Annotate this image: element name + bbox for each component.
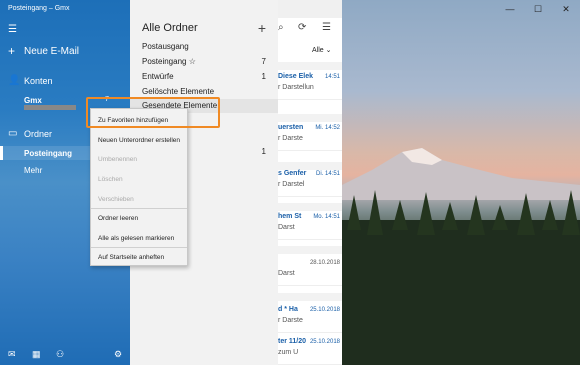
folders-label: Ordner (24, 129, 53, 139)
plus-icon: + (8, 44, 16, 58)
menu-separator (91, 247, 187, 248)
maximize-button[interactable]: ☐ (524, 0, 552, 18)
mail-icon[interactable]: ✉ (8, 349, 16, 360)
hamburger-icon: ☰ (8, 24, 17, 35)
folder-item[interactable]: Posteingang ☆ 7 (130, 55, 278, 69)
filter-dropdown[interactable]: Alle ⌄ (312, 46, 332, 54)
folder-pane-title: Alle Ordner (142, 22, 198, 34)
message-item[interactable]: Diese Elek 14:51 r Darstellun (278, 70, 342, 100)
new-mail-button[interactable]: + Neue E-Mail (0, 44, 130, 60)
menu-item-new-subfolder[interactable]: Neuen Unterordner erstellen (91, 137, 187, 144)
menu-item-delete: Löschen (98, 176, 123, 183)
desktop-background (342, 0, 580, 365)
message-preview: r Darstel (278, 181, 305, 188)
menu-button[interactable]: ☰ (0, 24, 130, 38)
window-controls: — ☐ ✕ (496, 0, 580, 18)
folder-name: Postausgang (142, 42, 189, 51)
folder-icon: ▭ (8, 128, 18, 139)
bottom-toolbar: ✉ ▦ ⚇ ⚙ (0, 343, 130, 365)
minimize-button[interactable]: — (496, 0, 524, 18)
message-item[interactable]: s Genfer Di. 14:51 r Darstel (278, 167, 342, 197)
selection-mode-icon[interactable]: ☰ (322, 22, 331, 33)
message-time: 25.10.2018 (309, 339, 340, 345)
window-title: Posteingang – Gmx (8, 5, 70, 12)
message-subject: Diese Elek (278, 73, 314, 80)
sync-icon[interactable]: ⟳ (298, 22, 306, 33)
message-preview: zum U (278, 349, 299, 356)
message-subject: d * Ha (278, 306, 298, 313)
message-time: 25.10.2018 (309, 307, 340, 313)
forest-graphic (342, 190, 580, 365)
folder-name: Gelöschte Elemente (142, 87, 215, 96)
filter-label: Alle (312, 47, 324, 54)
message-list: ⌕ ⟳ ☰ Alle ⌄ Diese Elek 14:51 r Darstell… (278, 18, 342, 365)
nav-inbox-label: Posteingang (24, 149, 73, 158)
accounts-header[interactable]: 👤 Konten (0, 75, 130, 89)
person-icon: 👤 (8, 75, 21, 86)
message-preview: r Darstellun (278, 84, 314, 91)
nav-more-label: Mehr (24, 166, 43, 175)
message-subject: s Genfer (278, 170, 307, 177)
message-item[interactable]: d * Ha 25.10.2018 r Darste (278, 303, 342, 333)
highlight-box (86, 97, 220, 128)
message-item[interactable]: 28.10.2018 Darst (278, 256, 342, 286)
menu-item-rename: Umbenennen (98, 156, 138, 163)
accounts-label: Konten (24, 76, 53, 86)
message-time: Mo. 14:51 (313, 214, 340, 220)
menu-item-mark-all-read[interactable]: Alle als gelesen markieren (91, 235, 187, 242)
message-subject: uersten (278, 124, 304, 131)
message-subject: hem St (278, 213, 302, 220)
menu-item-empty-folder[interactable]: Ordner leeren (91, 215, 187, 222)
message-preview: r Darste (278, 317, 303, 324)
message-preview: Darst (278, 224, 295, 231)
people-icon[interactable]: ⚇ (56, 349, 64, 360)
message-item[interactable]: ter 11/20 25.10.2018 zum U (278, 335, 342, 365)
message-subject: ter 11/20 (278, 338, 307, 345)
menu-item-pin-to-start[interactable]: Auf Startseite anheften (91, 254, 187, 261)
divider (278, 62, 342, 70)
search-icon[interactable]: ⌕ (278, 22, 284, 33)
folder-count: 1 (261, 72, 266, 81)
menu-item-move: Verschieben (98, 196, 134, 203)
add-folder-button[interactable]: + (258, 20, 266, 36)
folder-name: Posteingang ☆ (142, 57, 196, 66)
divider (278, 246, 342, 254)
message-preview: Darst (278, 270, 295, 277)
message-time: Mi. 14:52 (315, 125, 340, 131)
divider (278, 293, 342, 301)
folder-name: Entwürfe (142, 72, 174, 81)
message-preview: r Darste (278, 135, 303, 142)
folder-item[interactable]: Entwürfe 1 (130, 70, 278, 84)
message-time: 28.10.2018 (309, 260, 340, 266)
new-mail-label: Neue E-Mail (24, 46, 80, 57)
settings-gear-icon[interactable]: ⚙ (114, 349, 122, 360)
close-button[interactable]: ✕ (552, 0, 580, 18)
message-item[interactable]: uersten Mi. 14:52 r Darste (278, 121, 342, 151)
account-email-redacted (24, 105, 76, 110)
folder-count: 7 (261, 57, 266, 66)
calendar-icon[interactable]: ▦ (32, 349, 41, 360)
chevron-down-icon: ⌄ (325, 47, 332, 54)
message-item[interactable]: hem St Mo. 14:51 Darst (278, 210, 342, 240)
message-time: Di. 14:51 (315, 171, 340, 177)
message-toolbar: ⌕ ⟳ ☰ (278, 18, 342, 40)
message-time: 14:51 (324, 74, 340, 80)
context-menu: Zu Favoriten hinzufügen Neuen Unterordne… (90, 108, 188, 266)
folder-item[interactable]: Postausgang (130, 40, 278, 54)
menu-separator (91, 208, 187, 209)
folder-count: 1 (261, 147, 266, 156)
account-name: Gmx (24, 96, 42, 105)
selection-indicator (0, 146, 3, 160)
